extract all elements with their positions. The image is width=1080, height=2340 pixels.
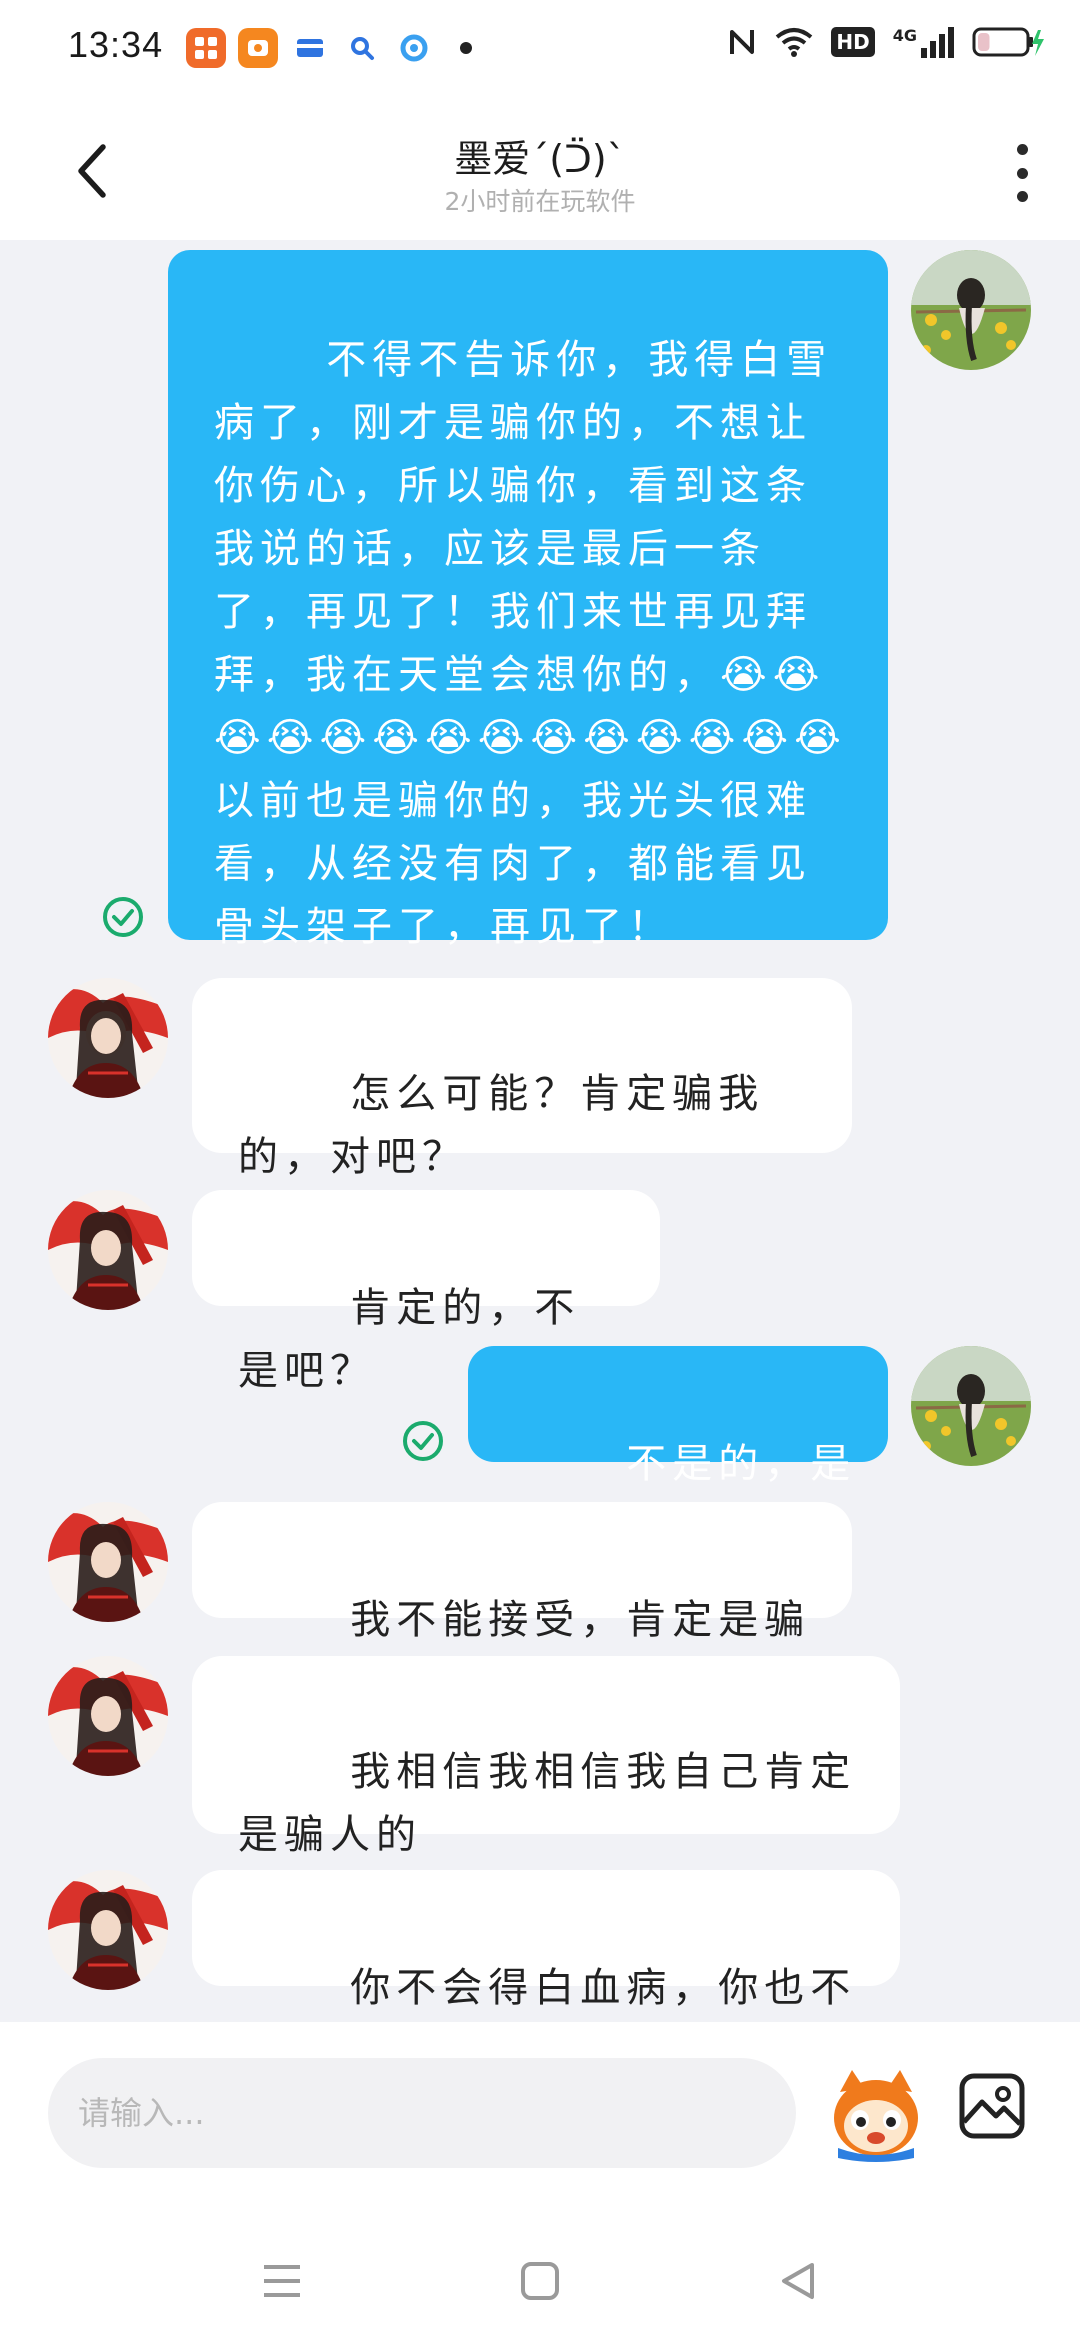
nav-home-button[interactable] [505, 2246, 575, 2316]
nav-menu-button[interactable] [247, 2246, 317, 2316]
contact-avatar[interactable] [48, 978, 168, 1098]
wifi-icon [775, 27, 813, 57]
chat-screen: 13:34 HD 4G 墨爱ˊ(ᑒ)ˋ 2小时前在玩软件 不得不告诉你，我得白雪… [0, 0, 1080, 2340]
network-type-label: 4G [892, 26, 917, 45]
contact-avatar[interactable] [48, 1656, 168, 1776]
contact-avatar[interactable] [48, 1190, 168, 1310]
contact-status: 2小时前在玩软件 [444, 187, 636, 216]
app-orange-icon [238, 28, 278, 68]
contact-avatar[interactable] [48, 1502, 168, 1622]
signal-4g-icon: 4G [893, 26, 954, 58]
my-avatar[interactable] [911, 1346, 1031, 1466]
app-grid-icon [186, 28, 226, 68]
more-vertical-icon [1016, 144, 1028, 155]
app-browser-icon [394, 28, 434, 68]
system-nav-bar [0, 2222, 1080, 2340]
input-bar [0, 2022, 1080, 2222]
message-list[interactable]: 不得不告诉你，我得白雪病了，刚才是骗你的，不想让你伤心，所以骗你，看到这条我说的… [0, 240, 1080, 2074]
read-check-icon [103, 897, 143, 937]
message-text: 我相信我相信我自己肯定是骗人的 [238, 1749, 857, 1858]
contact-name[interactable]: 墨爱ˊ(ᑒ)ˋ [0, 128, 1080, 183]
status-bar: 13:34 HD 4G [0, 0, 1080, 100]
menu-icon [264, 2265, 300, 2297]
more-button[interactable] [1002, 138, 1042, 208]
status-time: 13:34 [68, 24, 164, 65]
message-bubble-incoming[interactable]: 我不能接受，肯定是骗人的 [192, 1502, 852, 1706]
image-button[interactable] [958, 2072, 1026, 2140]
message-input[interactable] [48, 2058, 796, 2168]
chat-header: 墨爱ˊ(ᑒ)ˋ 2小时前在玩软件 [0, 100, 1080, 240]
contact-avatar[interactable] [48, 1870, 168, 1990]
message-bubble-incoming[interactable]: 怎么可能？肯定骗我的，对吧？ [192, 978, 852, 1180]
more-dot [1016, 191, 1028, 202]
app-search-icon [342, 28, 382, 68]
message-bubble-incoming[interactable]: 我相信我相信我自己肯定是骗人的 [192, 1656, 900, 1858]
more-dot [1016, 167, 1028, 179]
back-triangle-icon [782, 2263, 814, 2299]
sticker-mascot-icon [834, 2070, 918, 2162]
home-square-icon [521, 2262, 559, 2300]
read-check-icon [403, 1421, 443, 1461]
system-indicators: HD 4G [727, 26, 1046, 58]
more-notifications-dot [460, 42, 472, 54]
hd-icon: HD [831, 27, 875, 57]
message-bubble-outgoing[interactable]: 不是的，是真的 [468, 1346, 888, 1550]
message-text: 不得不告诉你，我得白雪病了，刚才是骗你的，不想让你伤心，所以骗你，看到这条我说的… [214, 337, 847, 950]
nav-back-button[interactable] [763, 2246, 833, 2316]
app-card-icon [290, 28, 330, 68]
message-bubble-outgoing[interactable]: 不得不告诉你，我得白雪病了，刚才是骗你的，不想让你伤心，所以骗你，看到这条我说的… [168, 250, 888, 950]
my-avatar[interactable] [911, 250, 1031, 370]
sticker-button[interactable] [830, 2062, 922, 2162]
nfc-icon [727, 26, 757, 58]
message-text: 怎么可能？肯定骗我的，对吧？ [238, 1071, 765, 1180]
message-bubble-incoming[interactable]: 你不会得白血病，你也不会死 [192, 1870, 900, 2074]
image-picker-icon [959, 2073, 1025, 2139]
notification-icons [186, 28, 472, 68]
message-bubble-incoming[interactable]: 肯定的，不是吧？ [192, 1190, 660, 1394]
battery-icon [972, 26, 1046, 58]
